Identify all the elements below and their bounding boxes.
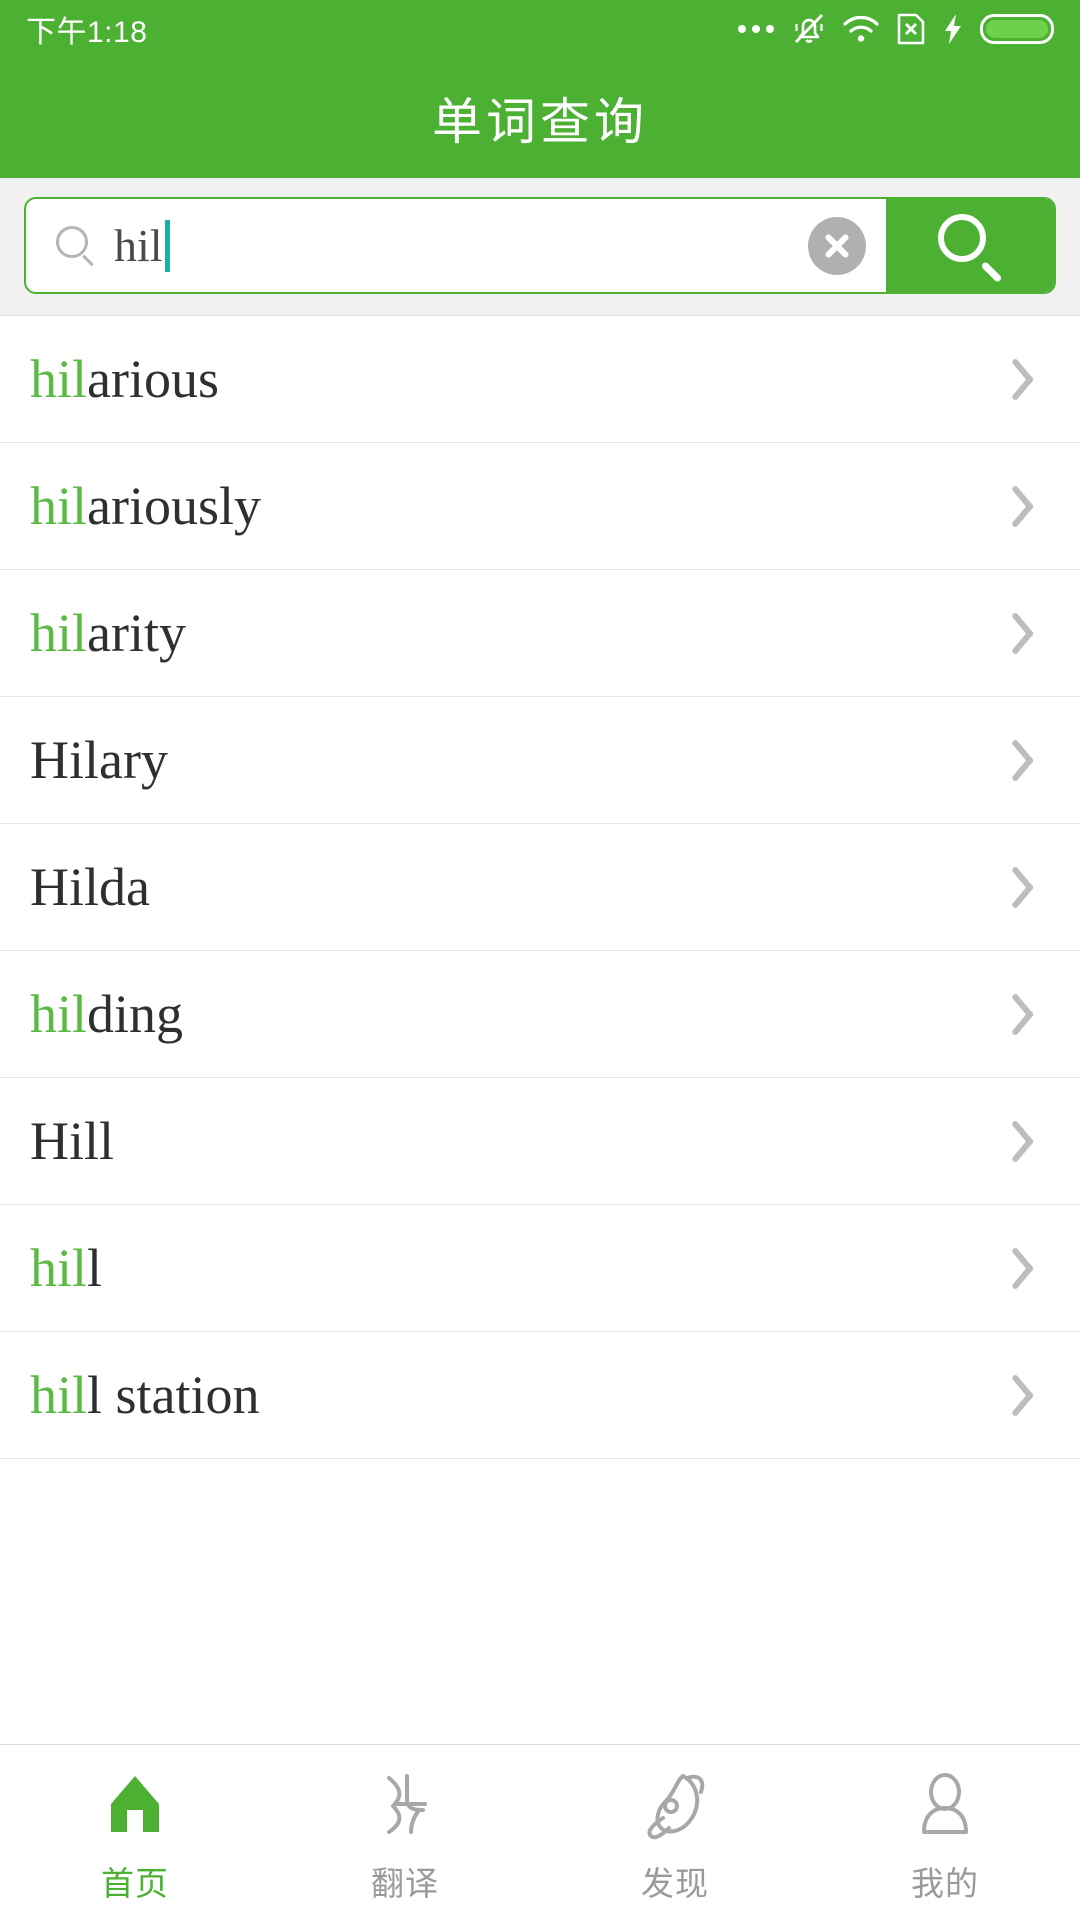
chevron-right-icon: [1018, 988, 1048, 1040]
chevron-right-icon: [1018, 861, 1048, 913]
app-header: 单词查询: [0, 58, 1080, 178]
word-suffix: arious: [87, 349, 219, 409]
chevron-right-icon: [1018, 1369, 1048, 1421]
word-suffix: l: [87, 1238, 103, 1298]
bottom-navigation: 首页 翻译 发现 我的: [0, 1744, 1080, 1920]
word-text: Hilda: [30, 860, 150, 914]
word-suffix: Hilda: [30, 857, 150, 917]
search-icon: [54, 224, 98, 268]
word-text: hill station: [30, 1368, 260, 1422]
nav-label-home: 首页: [101, 1865, 169, 1902]
charging-bolt-icon: [942, 12, 964, 46]
list-item[interactable]: hilariously: [0, 443, 1080, 570]
word-text: Hill: [30, 1114, 114, 1168]
nav-label-discover: 发现: [641, 1865, 709, 1902]
nav-item-discover[interactable]: 发现: [540, 1763, 810, 1905]
chevron-right-icon: [1018, 353, 1048, 405]
status-icons: [738, 11, 1054, 47]
sim-card-x-icon: [896, 12, 926, 46]
word-prefix-highlight: hil: [30, 349, 88, 409]
bell-muted-icon: [792, 11, 826, 47]
chevron-right-icon: [1018, 480, 1048, 532]
word-suffix: ariously: [87, 476, 261, 536]
list-item[interactable]: hilding: [0, 951, 1080, 1078]
list-item[interactable]: Hilda: [0, 824, 1080, 951]
word-prefix-highlight: hil: [30, 1238, 88, 1298]
word-prefix-highlight: hil: [30, 476, 88, 536]
word-text: hilding: [30, 987, 183, 1041]
search-input-value: hil: [114, 220, 163, 271]
search-button[interactable]: [886, 199, 1054, 292]
nav-label-profile: 我的: [911, 1865, 979, 1902]
word-text: Hilary: [30, 733, 168, 787]
list-item[interactable]: hilarity: [0, 570, 1080, 697]
search-bar[interactable]: hil: [24, 197, 1056, 294]
word-prefix-highlight: hil: [30, 1365, 88, 1425]
chevron-right-icon: [1018, 1242, 1048, 1294]
word-suffix: Hill: [30, 1111, 115, 1171]
suggestion-list: hilarious hilariously hilarity Hilary Hi…: [0, 316, 1080, 1744]
status-bar: 下午1:18: [0, 0, 1080, 58]
magnifier-icon: [935, 211, 1005, 283]
list-item[interactable]: Hill: [0, 1078, 1080, 1205]
battery-icon: [980, 14, 1054, 44]
word-suffix: arity: [87, 603, 186, 663]
search-zone: hil: [0, 178, 1080, 316]
translate-icon: [364, 1763, 446, 1845]
chevron-right-icon: [1018, 607, 1048, 659]
chevron-right-icon: [1018, 734, 1048, 786]
word-prefix-highlight: hil: [30, 984, 88, 1044]
list-item[interactable]: hill: [0, 1205, 1080, 1332]
app-root: 下午1:18 单词查询 hil hilarious hilariously hi…: [0, 0, 1080, 1920]
nav-item-profile[interactable]: 我的: [810, 1763, 1080, 1905]
page-title: 单词查询: [432, 94, 648, 150]
wifi-icon: [842, 14, 880, 44]
list-item[interactable]: hilarious: [0, 316, 1080, 443]
more-dots-icon: [738, 25, 774, 33]
nav-item-translate[interactable]: 翻译: [270, 1763, 540, 1905]
status-time: 下午1:18: [26, 16, 148, 49]
word-prefix-highlight: hil: [30, 603, 88, 663]
word-text: hill: [30, 1241, 102, 1295]
word-text: hilarity: [30, 606, 186, 660]
nav-item-home[interactable]: 首页: [0, 1763, 270, 1905]
word-suffix: Hilary: [30, 730, 168, 790]
chevron-right-icon: [1018, 1115, 1048, 1167]
home-icon: [94, 1763, 176, 1845]
list-item[interactable]: hill station: [0, 1332, 1080, 1459]
search-input[interactable]: hil: [26, 199, 886, 292]
word-text: hilarious: [30, 352, 219, 406]
text-caret: [164, 219, 170, 272]
word-text: hilariously: [30, 479, 261, 533]
clear-icon[interactable]: [808, 216, 866, 275]
word-suffix: l station: [87, 1365, 260, 1425]
rocket-icon: [634, 1763, 716, 1845]
person-icon: [904, 1763, 986, 1845]
word-suffix: ding: [87, 984, 184, 1044]
list-item[interactable]: Hilary: [0, 697, 1080, 824]
nav-label-translate: 翻译: [371, 1865, 439, 1902]
